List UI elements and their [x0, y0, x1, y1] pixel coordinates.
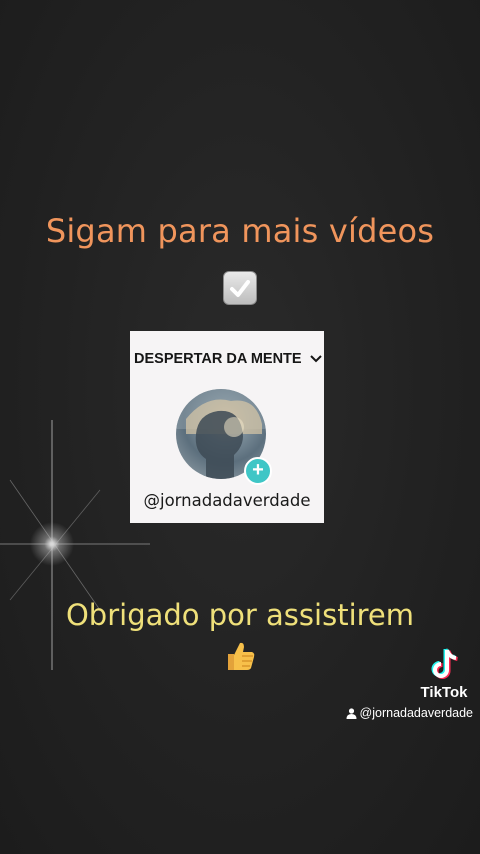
chevron-down-icon[interactable] — [310, 354, 322, 364]
thumbs-up-icon — [228, 642, 255, 670]
thanks-text: Obrigado por assistirem — [65, 598, 414, 632]
plus-icon[interactable]: + — [244, 457, 272, 485]
profile-handle: @jornadadaverdade — [143, 491, 311, 510]
watermark-username-text: @jornadadaverdade — [359, 706, 473, 720]
watermark-username: @jornadadaverdade — [346, 706, 473, 720]
profile-card[interactable]: DESPERTAR DA MENTE + @jornadadaverdade — [130, 331, 324, 523]
check-mark-button-icon — [223, 271, 257, 305]
follow-headline: Sigam para mais vídeos — [45, 212, 435, 250]
tiktok-logo-icon — [431, 648, 458, 679]
tiktok-brand: TikTok — [420, 684, 468, 701]
profile-name: DESPERTAR DA MENTE — [134, 351, 302, 367]
person-icon — [346, 707, 357, 719]
